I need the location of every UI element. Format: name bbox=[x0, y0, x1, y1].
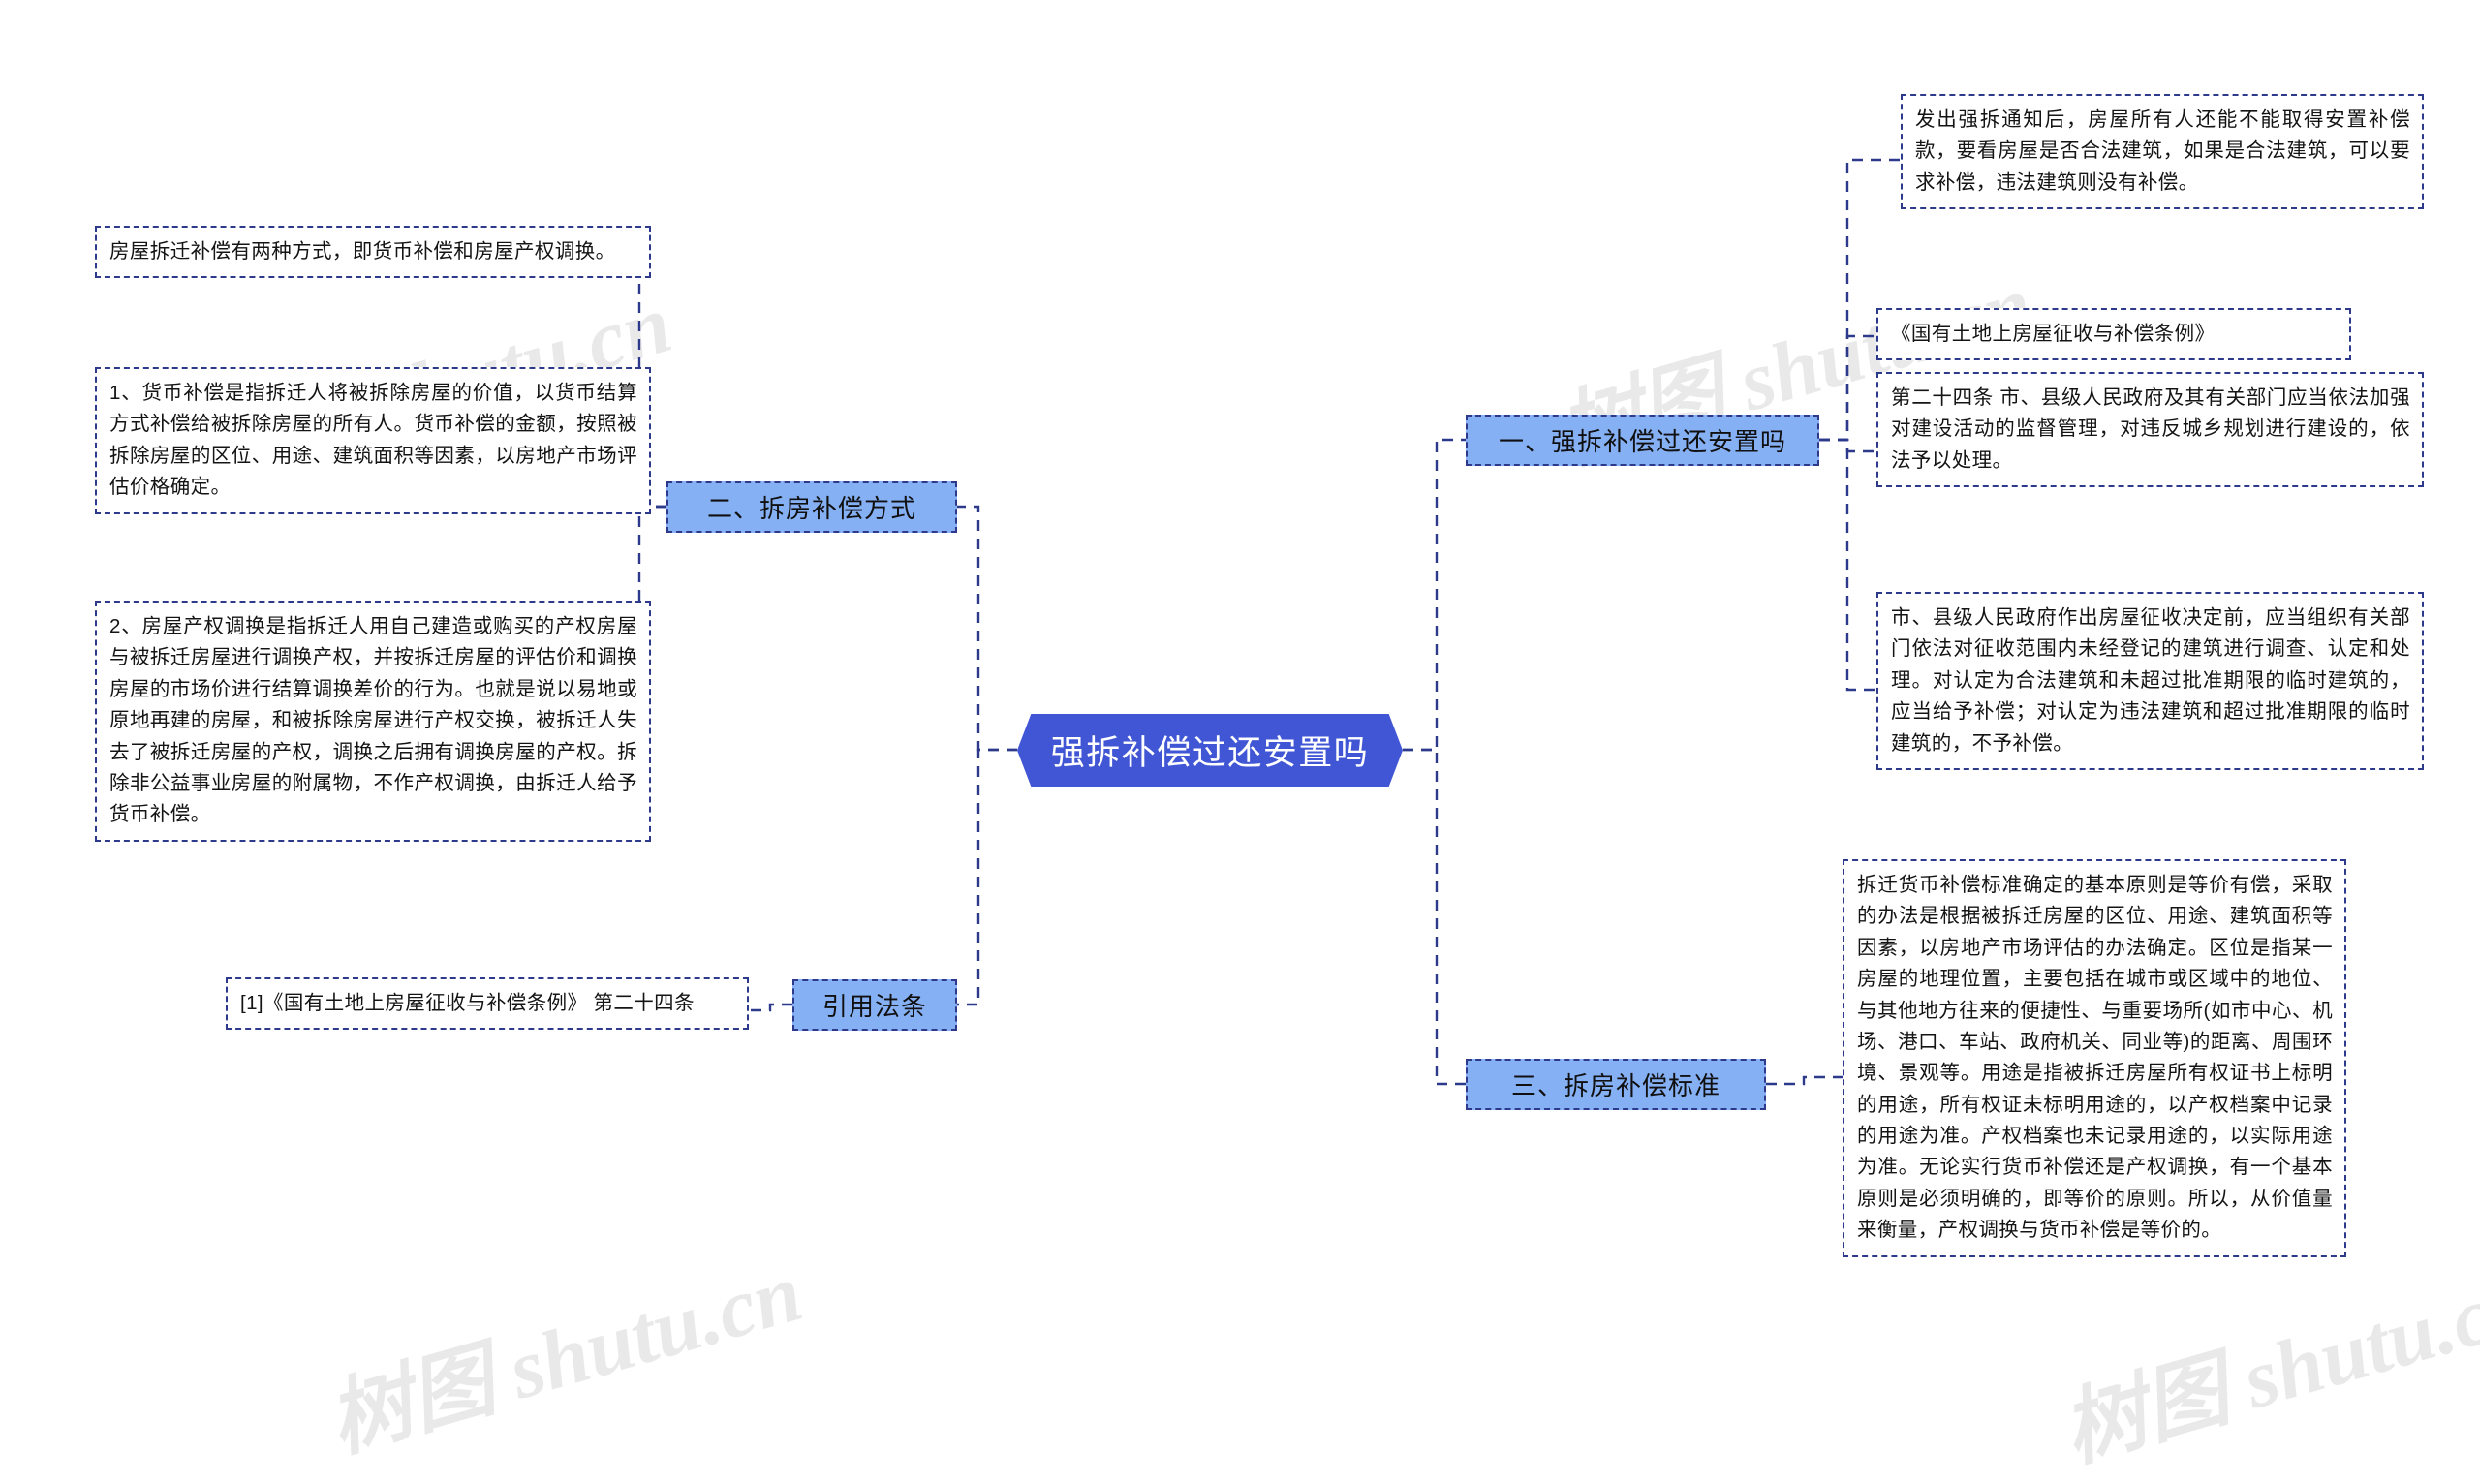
node-yinyong-fatiao[interactable]: 引用法条 bbox=[792, 979, 957, 1031]
text-box-regulation-title: 《国有土地上房屋征收与补偿条例》 bbox=[1876, 308, 2351, 361]
text-box-legal-citation: [1]《国有土地上房屋征收与补偿条例》 第二十四条 bbox=[226, 977, 749, 1031]
node-chaifang-buchang-biaozhun[interactable]: 三、拆房补偿标准 bbox=[1466, 1059, 1766, 1110]
text-box-unregistered-buildings: 市、县级人民政府作出房屋征收决定前，应当组织有关部门依法对征收范围内未经登记的建… bbox=[1876, 592, 2424, 770]
text-box-compensation-methods: 房屋拆迁补偿有两种方式，即货币补偿和房屋产权调换。 bbox=[95, 226, 651, 279]
text-box-monetary-compensation: 1、货币补偿是指拆迁人将被拆除房屋的价值，以货币结算方式补偿给被拆除房屋的所有人… bbox=[95, 367, 651, 514]
text-box-demolition-notice: 发出强拆通知后，房屋所有人还能不能取得安置补偿款，要看房屋是否合法建筑，如果是合… bbox=[1901, 94, 2424, 210]
text-box-property-exchange: 2、房屋产权调换是指拆迁人用自己建造或购买的产权房屋与被拆迁房屋进行调换产权，并… bbox=[95, 601, 651, 842]
central-topic[interactable]: 强拆补偿过还安置吗 bbox=[1017, 714, 1403, 787]
node-chaifang-buchang-fangshi[interactable]: 二、拆房补偿方式 bbox=[666, 481, 957, 533]
node-qiangchai-buchang-anzhi[interactable]: 一、强拆补偿过还安置吗 bbox=[1466, 415, 1819, 466]
mindmap-canvas: 树图 shutu.cn 树图 shutu.cn 树图 shutu.cn 树图 s… bbox=[0, 0, 2480, 1478]
text-box-compensation-standard: 拆迁货币补偿标准确定的基本原则是等价有偿，采取的办法是根据被拆迁房屋的区位、用途… bbox=[1843, 859, 2346, 1257]
text-box-article-24: 第二十四条 市、县级人民政府及其有关部门应当依法加强对建设活动的监督管理，对违反… bbox=[1876, 372, 2424, 488]
